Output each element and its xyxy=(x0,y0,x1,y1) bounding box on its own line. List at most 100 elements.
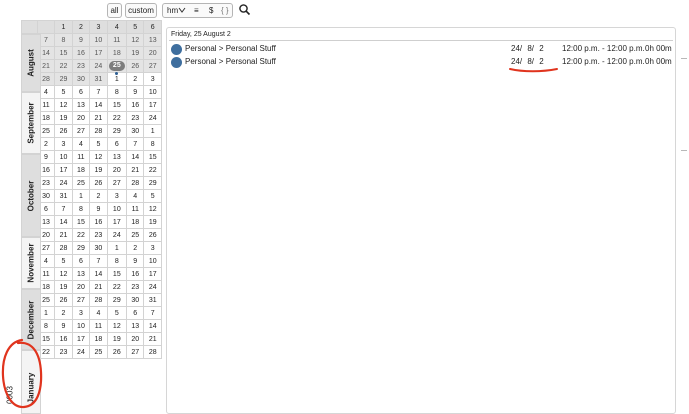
calendar-day[interactable]: 16 xyxy=(54,332,73,346)
calendar-day[interactable]: 1 xyxy=(143,124,162,138)
calendar-day[interactable]: 13 xyxy=(71,267,91,281)
calendar-day[interactable]: 23 xyxy=(54,345,73,359)
calendar-day[interactable]: 15 xyxy=(54,46,73,60)
calendar-day[interactable]: 16 xyxy=(89,215,108,229)
calendar-day[interactable]: 10 xyxy=(89,33,108,47)
calendar-day[interactable]: 27 xyxy=(125,345,145,359)
currency-icon[interactable]: $ xyxy=(209,4,213,17)
calendar-day[interactable]: 15 xyxy=(71,215,91,229)
calendar-day[interactable]: 17 xyxy=(143,98,162,112)
calendar-day[interactable]: 22 xyxy=(143,163,162,177)
calendar-day[interactable]: 2 xyxy=(125,241,145,255)
calendar-day[interactable]: 5 xyxy=(106,306,127,320)
calendar-day[interactable]: 20 xyxy=(125,332,145,346)
calendar-day[interactable]: 9 xyxy=(89,202,108,216)
calendar-day[interactable]: 21 xyxy=(89,280,108,294)
calendar-day[interactable]: 17 xyxy=(54,163,73,177)
calendar-day[interactable]: 22 xyxy=(106,111,127,125)
calendar-day[interactable]: 15 xyxy=(106,98,127,112)
calendar-day[interactable]: 23 xyxy=(125,280,145,294)
calendar-day[interactable]: 13 xyxy=(143,33,162,47)
calendar-day[interactable]: 6 xyxy=(125,306,145,320)
calendar-day[interactable]: 19 xyxy=(106,332,127,346)
calendar-day[interactable]: 12 xyxy=(125,33,145,47)
calendar-day[interactable]: 26 xyxy=(106,345,127,359)
search-icon[interactable] xyxy=(238,3,251,16)
calendar-day[interactable]: 12 xyxy=(89,150,108,164)
calendar-day[interactable]: 12 xyxy=(143,202,162,216)
calendar-day[interactable]: 9 xyxy=(54,319,73,333)
calendar-day[interactable]: 26 xyxy=(54,124,73,138)
month-september[interactable]: September xyxy=(21,92,41,154)
calendar-day[interactable]: 2 xyxy=(89,189,108,203)
calendar-day[interactable]: 26 xyxy=(143,228,162,242)
calendar-day[interactable]: 23 xyxy=(125,111,145,125)
calendar-day[interactable]: 11 xyxy=(106,33,127,47)
calendar-day[interactable]: 17 xyxy=(71,332,91,346)
calendar-day[interactable]: 24 xyxy=(143,111,162,125)
calendar-day[interactable]: 28 xyxy=(89,124,108,138)
calendar-day[interactable]: 21 xyxy=(125,163,145,177)
calendar-day[interactable]: 12 xyxy=(54,267,73,281)
calendar-day[interactable]: 3 xyxy=(106,189,127,203)
calendar-day[interactable]: 8 xyxy=(143,137,162,151)
calendar-day[interactable]: 27 xyxy=(71,293,91,307)
calendar-day[interactable]: 3 xyxy=(143,72,162,86)
calendar-day[interactable]: 6 xyxy=(71,254,91,268)
calendar-day[interactable]: 23 xyxy=(89,228,108,242)
calendar-day[interactable]: 28 xyxy=(89,293,108,307)
calendar-day[interactable]: 20 xyxy=(71,111,91,125)
calendar-day[interactable]: 15 xyxy=(106,267,127,281)
calendar-day[interactable]: 19 xyxy=(89,163,108,177)
calendar-day[interactable]: 20 xyxy=(106,163,127,177)
calendar-day[interactable]: 18 xyxy=(89,332,108,346)
calendar-day[interactable]: 19 xyxy=(54,280,73,294)
calendar-day[interactable]: 22 xyxy=(106,280,127,294)
calendar-day[interactable]: 30 xyxy=(89,241,108,255)
calendar-day[interactable]: 3 xyxy=(143,241,162,255)
calendar-day[interactable]: 14 xyxy=(89,98,108,112)
calendar-day[interactable]: 11 xyxy=(71,150,91,164)
calendar-day[interactable]: 8 xyxy=(54,33,73,47)
time-format-select[interactable]: hm xyxy=(167,4,178,17)
calendar-day[interactable]: 17 xyxy=(106,215,127,229)
calendar-day-today[interactable]: 25 xyxy=(106,59,127,75)
calendar-day[interactable]: 29 xyxy=(71,241,91,255)
calendar-day[interactable]: 9 xyxy=(71,33,91,47)
calendar-day[interactable]: 21 xyxy=(143,332,162,346)
calendar-day[interactable]: 25 xyxy=(71,176,91,190)
calendar-day[interactable]: 26 xyxy=(125,59,145,73)
calendar-day[interactable]: 9 xyxy=(125,85,145,99)
calendar-day[interactable]: 7 xyxy=(89,85,108,99)
calendar-day[interactable]: 25 xyxy=(125,228,145,242)
calendar-day[interactable]: 5 xyxy=(54,85,73,99)
month-august[interactable]: August xyxy=(21,34,41,92)
calendar-day[interactable]: 30 xyxy=(71,72,91,86)
calendar-day[interactable]: 11 xyxy=(89,319,108,333)
calendar-day[interactable]: 5 xyxy=(143,189,162,203)
calendar-day[interactable]: 13 xyxy=(125,319,145,333)
calendar-day[interactable]: 7 xyxy=(143,306,162,320)
calendar-day[interactable]: 26 xyxy=(89,176,108,190)
calendar-day[interactable]: 10 xyxy=(71,319,91,333)
calendar-day[interactable]: 3 xyxy=(71,306,91,320)
calendar-day[interactable]: 1 xyxy=(71,189,91,203)
calendar-day[interactable]: 5 xyxy=(89,137,108,151)
calendar-day[interactable]: 30 xyxy=(125,124,145,138)
calendar-day[interactable]: 3 xyxy=(54,137,73,151)
calendar-day[interactable]: 20 xyxy=(143,46,162,60)
calendar-day[interactable]: 19 xyxy=(143,215,162,229)
event-row[interactable]: Personal > Personal Stuff 24/ 8/ 2 12:00… xyxy=(167,43,675,56)
calendar-day[interactable]: 29 xyxy=(106,293,127,307)
calendar-day[interactable]: 12 xyxy=(106,319,127,333)
calendar-day[interactable]: 31 xyxy=(89,72,108,86)
calendar-day[interactable]: 1 xyxy=(106,241,127,255)
calendar-day[interactable]: 30 xyxy=(125,293,145,307)
calendar-day[interactable]: 14 xyxy=(143,319,162,333)
calendar-day[interactable]: 27 xyxy=(71,124,91,138)
calendar-day[interactable]: 31 xyxy=(143,293,162,307)
calendar-day[interactable]: 8 xyxy=(71,202,91,216)
calendar-day[interactable]: 13 xyxy=(71,98,91,112)
custom-button[interactable]: custom xyxy=(125,3,157,18)
calendar-day[interactable]: 24 xyxy=(54,176,73,190)
